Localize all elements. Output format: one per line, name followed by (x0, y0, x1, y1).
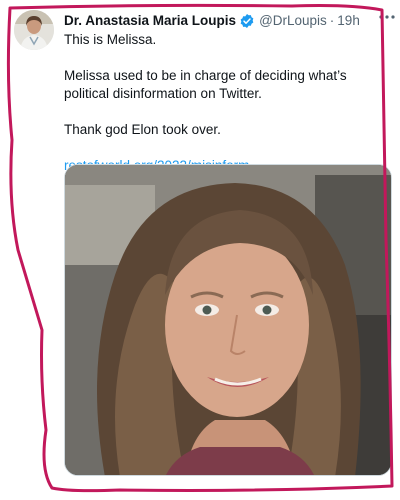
more-options-icon[interactable] (376, 8, 398, 26)
tweet-text: This is Melissa. Melissa used to be in c… (64, 31, 390, 175)
tweet-line-3: Thank god Elon took over. (64, 122, 221, 137)
author-handle[interactable]: @DrLoupis (259, 12, 327, 30)
tweet-card[interactable]: Dr. Anastasia Maria Loupis @DrLoupis · 1… (0, 0, 400, 500)
author-avatar[interactable] (14, 10, 54, 50)
tweet-line-2: Melissa used to be in charge of deciding… (64, 68, 347, 101)
tweet-photo[interactable] (64, 164, 392, 476)
tweet-header: Dr. Anastasia Maria Loupis @DrLoupis · 1… (64, 12, 390, 30)
header-separator: · (329, 13, 335, 28)
author-name[interactable]: Dr. Anastasia Maria Loupis (64, 12, 236, 30)
tweet-line-1: This is Melissa. (64, 32, 157, 47)
tweet-timestamp[interactable]: 19h (337, 12, 360, 30)
verified-badge-icon (240, 14, 254, 28)
